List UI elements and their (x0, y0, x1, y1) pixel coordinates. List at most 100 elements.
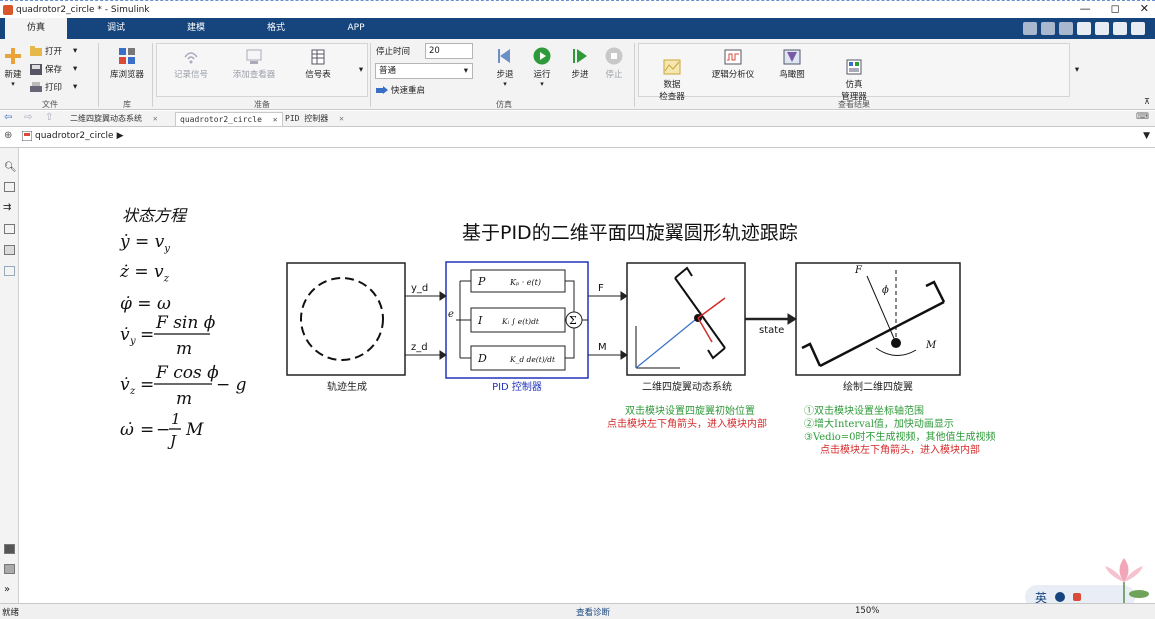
doc-tab-dynamics[interactable]: 二维四旋翼动态系统 ✕ (66, 112, 162, 126)
ribbon-divider (370, 43, 371, 107)
equations-fractions: v̇ y = F sin ϕ m v̇ z = F cos ϕ m − g ω̇ =… (120, 314, 247, 450)
address-bar: ⊕ quadrotor2_circle ▶ ▼ (0, 127, 1155, 148)
window-titlebar: quadrotor2_circle * - Simulink — ◻ ✕ (0, 0, 1155, 18)
view-diagnostics-link[interactable]: 查看诊断 (576, 606, 610, 618)
step-forward-button[interactable]: 步进 (565, 47, 595, 80)
close-icon[interactable]: ✕ (273, 115, 278, 124)
prepare-gallery-expand[interactable]: ▾ (356, 65, 366, 75)
logic-analyzer-button[interactable]: 逻辑分析仪 (706, 49, 760, 80)
svg-text:m: m (176, 339, 192, 359)
svg-text:y: y (129, 336, 136, 347)
library-browser-button[interactable]: 库浏览器 (106, 47, 148, 80)
svg-text:−: − (156, 420, 170, 440)
review-gallery-expand[interactable]: ▾ (1072, 65, 1082, 75)
search-icon[interactable] (1077, 22, 1091, 35)
maximize-button[interactable]: ◻ (1111, 2, 1120, 15)
forward-arrow-icon[interactable]: ⇨ (24, 112, 32, 123)
print-button[interactable]: 打印 ▾ (30, 81, 77, 93)
doc-tab-pid[interactable]: PID 控制器 ✕ (281, 112, 348, 126)
table-icon (311, 49, 325, 65)
area-icon[interactable] (4, 266, 15, 276)
log-signals-button[interactable]: 记录信号 (168, 49, 214, 80)
ribbon-divider (634, 43, 635, 107)
svg-text:m: m (176, 389, 192, 409)
collapse-ribbon-icon[interactable] (1131, 22, 1145, 35)
block-diagram: Σ P Kₚ · e(t) I Kᵢ ∫ e(t)dt D K_d de(t)/… (286, 261, 961, 379)
save-icon (30, 63, 42, 75)
svg-text:I: I (477, 314, 483, 327)
logic-analyzer-icon (724, 49, 742, 65)
close-icon[interactable]: ✕ (339, 114, 344, 123)
chevron-down-icon[interactable]: ▼ (1143, 131, 1150, 141)
fit-to-view-icon[interactable] (4, 182, 15, 192)
fast-restart-toggle[interactable]: 快速重启 (376, 84, 425, 96)
image-icon[interactable] (4, 245, 15, 255)
back-arrow-icon[interactable]: ⇦ (4, 112, 12, 123)
model-canvas[interactable]: 状态方程 ẏ = vy ż = vz φ̇ = ω v̇ y = F sin ϕ … (20, 148, 1155, 603)
tab-simulation[interactable]: 仿真 (5, 18, 67, 39)
birds-eye-icon (783, 49, 801, 65)
redo-icon[interactable] (1059, 22, 1073, 35)
undo-icon[interactable] (1041, 22, 1055, 35)
svg-text:P: P (477, 275, 486, 288)
step-back-button[interactable]: 步退 ▾ (490, 47, 520, 88)
arrow-icon[interactable]: ⇉ (3, 202, 11, 213)
zoom-icon[interactable]: 🔍︎ (4, 162, 17, 173)
stop-time-input[interactable]: 20 (425, 43, 473, 59)
camera-icon[interactable] (4, 544, 15, 554)
draw-quadrotor-block[interactable] (795, 262, 961, 376)
group-label-prepare: 准备 (254, 100, 270, 109)
birds-eye-button[interactable]: 鸟瞰图 (772, 49, 812, 80)
simulation-mode-select[interactable]: 普通 ▾ (375, 63, 473, 79)
svg-text:z: z (129, 386, 136, 397)
svg-text:F sin ϕ: F sin ϕ (155, 314, 216, 333)
save-button[interactable]: 保存 ▾ (30, 63, 77, 75)
new-button[interactable]: 新建 ▾ (2, 47, 24, 88)
run-button[interactable]: 运行 ▾ (527, 47, 557, 88)
property-inspector-icon[interactable] (4, 564, 15, 574)
model-browser-toggle-icon[interactable]: ⊕ (4, 130, 12, 141)
phi-label: ϕ (882, 285, 889, 296)
signal-label-e: e (448, 309, 454, 320)
minimize-button[interactable]: — (1080, 2, 1091, 15)
trajectory-block[interactable] (286, 262, 406, 376)
add-viewer-button[interactable]: 添加查看器 (226, 49, 282, 80)
step-forward-icon (573, 49, 587, 63)
annotation-icon[interactable] (4, 224, 15, 234)
up-arrow-icon[interactable]: ⇧ (45, 112, 53, 123)
keyboard-icon[interactable]: ⌨ (1136, 112, 1149, 122)
close-button[interactable]: ✕ (1140, 2, 1149, 15)
svg-text:Kᵢ ∫ e(t)dt: Kᵢ ∫ e(t)dt (501, 317, 540, 326)
data-inspector-icon (663, 59, 681, 75)
equation-zdot: ż = vz (120, 262, 169, 285)
layout-icon[interactable] (1095, 22, 1109, 35)
status-bar: 就绪 查看诊断 150% (0, 603, 1155, 619)
help-icon[interactable] (1113, 22, 1127, 35)
signal-label-m: M (598, 342, 607, 353)
save-icon[interactable] (1023, 22, 1037, 35)
collapse-ribbon-icon[interactable]: ⊼ (1142, 97, 1152, 106)
dynamics-block[interactable] (626, 262, 746, 376)
stop-button[interactable]: 停止 (599, 47, 629, 80)
dynamics-block-label: 二维四旋翼动态系统 (642, 382, 732, 393)
tab-debug[interactable]: 调试 (85, 18, 147, 39)
svg-text:D: D (477, 352, 487, 365)
note-red-enter-left: 点击模块左下角箭头，进入模块内部 (607, 419, 767, 430)
tab-modeling[interactable]: 建模 (165, 18, 227, 39)
navigation-bar: ⇦ ⇨ ⇧ 二维四旋翼动态系统 ✕ quadrotor2_circle ✕ PI… (0, 111, 1155, 127)
ime-language-label: 英 (1035, 590, 1048, 604)
svg-text:ω̇: ω̇ (120, 420, 134, 440)
trajectory-block-label: 轨迹生成 (327, 382, 367, 393)
tab-apps[interactable]: APP (325, 18, 387, 39)
open-button[interactable]: 打开 ▾ (30, 45, 77, 57)
expand-icon[interactable]: » (4, 584, 10, 595)
pid-controller-block[interactable]: Σ P Kₚ · e(t) I Kᵢ ∫ e(t)dt D K_d de(t)/… (445, 261, 589, 379)
sim-manager-icon (846, 59, 862, 75)
breadcrumb[interactable]: quadrotor2_circle ▶ (22, 131, 123, 141)
quick-access-toolbar (1023, 20, 1145, 37)
signal-table-button[interactable]: 信号表 (296, 49, 340, 80)
window-title: quadrotor2_circle * - Simulink (16, 4, 150, 15)
doc-tab-model[interactable]: quadrotor2_circle ✕ (175, 112, 283, 126)
close-icon[interactable]: ✕ (153, 114, 158, 123)
tab-format[interactable]: 格式 (245, 18, 307, 39)
